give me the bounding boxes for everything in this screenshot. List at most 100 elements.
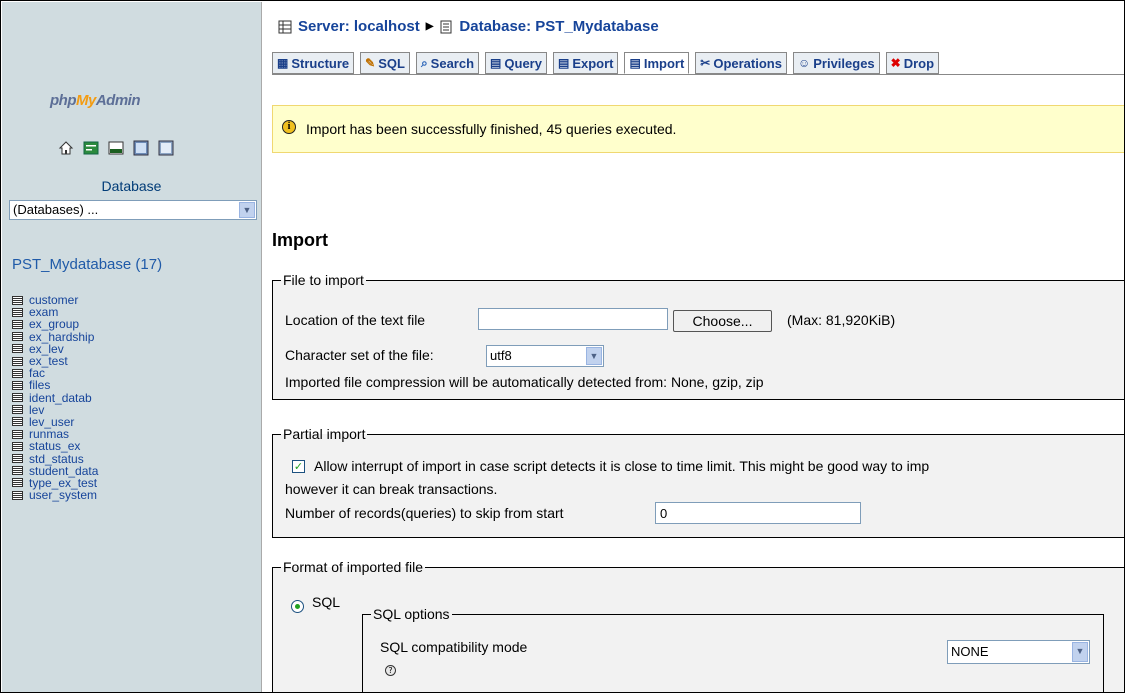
help-icon[interactable]: ? <box>385 665 396 676</box>
table-icon[interactable] <box>12 405 23 415</box>
table-name[interactable]: ident_datab <box>29 392 92 404</box>
navigation-sidebar: phpMyAdmin Database (Databases) ... ▼ PS… <box>2 2 262 692</box>
breadcrumb-database[interactable]: Database: PST_Mydatabase <box>459 18 658 35</box>
choose-file-button[interactable]: Choose... <box>673 310 772 332</box>
skip-records-value: 0 <box>660 506 668 521</box>
sql-options-legend: SQL options <box>373 606 450 622</box>
compat-mode-label: SQL compatibility mode <box>380 639 528 655</box>
table-icon[interactable] <box>12 478 23 488</box>
privileges-icon: ☺ <box>797 56 811 70</box>
location-file-input[interactable] <box>478 308 668 330</box>
chevron-down-icon[interactable]: ▼ <box>239 202 255 218</box>
notice-message: Import has been successfully finished, 4… <box>306 121 677 137</box>
table-name[interactable]: ex_hardship <box>29 331 94 343</box>
structure-icon: ▦ <box>277 56 289 70</box>
info-icon: i <box>282 120 296 134</box>
table-icon[interactable] <box>12 356 23 366</box>
query-window-icon[interactable] <box>133 140 149 156</box>
database-icon <box>440 20 452 33</box>
database-select[interactable]: (Databases) ... ▼ <box>9 200 257 220</box>
allow-interrupt-label: Allow interrupt of import in case script… <box>314 458 930 474</box>
table-list-item[interactable]: student_data <box>12 465 98 477</box>
database-select-value: (Databases) ... <box>13 202 99 217</box>
current-database-link[interactable]: PST_Mydatabase (17) <box>12 256 162 273</box>
table-list-item[interactable]: status_ex <box>12 440 98 452</box>
table-name[interactable]: type_ex_test <box>29 477 97 489</box>
table-icon[interactable] <box>12 307 23 317</box>
phpmyadmin-logo[interactable]: phpMyAdmin <box>50 92 141 109</box>
partial-import-legend: Partial import <box>283 426 366 442</box>
tab-import[interactable]: ▤ Import <box>624 52 690 74</box>
table-name[interactable]: ex_lev <box>29 343 64 355</box>
table-icon[interactable] <box>12 319 23 329</box>
table-list-item[interactable]: ex_hardship <box>12 331 98 343</box>
table-icon[interactable] <box>12 417 23 427</box>
table-list-item[interactable]: ex_test <box>12 355 98 367</box>
table-name[interactable]: user_system <box>29 489 97 501</box>
breadcrumb-server[interactable]: Server: localhost <box>298 18 420 35</box>
table-icon[interactable] <box>12 454 23 464</box>
table-list-item[interactable]: ex_group <box>12 318 98 330</box>
skip-records-input[interactable]: 0 <box>655 502 861 524</box>
tab-search[interactable]: ⌕ Search <box>415 52 480 74</box>
import-icon: ▤ <box>629 56 641 70</box>
max-size-label: (Max: 81,920KiB) <box>787 312 896 328</box>
compat-mode-select[interactable]: NONE ▼ <box>947 640 1090 664</box>
app-frame: phpMyAdmin Database (Databases) ... ▼ PS… <box>0 0 1125 693</box>
table-name[interactable]: ex_group <box>29 318 79 330</box>
table-list-item[interactable]: fac <box>12 367 98 379</box>
table-icon[interactable] <box>12 441 23 451</box>
allow-interrupt-label-cont: however it can break transactions. <box>285 481 498 497</box>
tab-export[interactable]: ▤ Export <box>552 52 619 74</box>
page-title: Import <box>272 230 328 250</box>
charset-label: Character set of the file: <box>285 347 434 363</box>
tab-bar: ▦ Structure ✎ SQL ⌕ Search ▤ Query ▤ Export ▤… <box>272 52 940 74</box>
table-name[interactable]: runmas <box>29 428 69 440</box>
table-list-item[interactable]: user_system <box>12 489 98 501</box>
table-icon[interactable] <box>12 368 23 378</box>
table-name[interactable]: status_ex <box>29 440 80 452</box>
compat-mode-value: NONE <box>951 644 989 659</box>
tab-structure[interactable]: ▦ Structure <box>272 52 355 74</box>
table-name[interactable]: lev <box>29 404 44 416</box>
main-content: Server: localhost ▶ Database: PST_Mydata… <box>263 2 1124 692</box>
table-icon[interactable] <box>12 344 23 354</box>
breadcrumb-separator-icon: ▶ <box>425 21 434 32</box>
docs-icon[interactable] <box>158 140 174 156</box>
chevron-down-icon[interactable]: ▼ <box>586 347 602 365</box>
table-name[interactable]: ex_test <box>29 355 68 367</box>
tab-sql[interactable]: ✎ SQL <box>360 52 410 74</box>
table-icon[interactable] <box>12 332 23 342</box>
table-icon[interactable] <box>12 393 23 403</box>
table-list-item[interactable]: ident_datab <box>12 392 98 404</box>
tab-query[interactable]: ▤ Query <box>485 52 547 74</box>
table-name[interactable]: customer <box>29 294 78 306</box>
table-name[interactable]: files <box>29 379 50 391</box>
tab-privileges[interactable]: ☺ Privileges <box>792 52 880 74</box>
table-name[interactable]: exam <box>29 306 58 318</box>
sql-icon[interactable] <box>108 140 124 156</box>
file-to-import-legend: File to import <box>283 272 364 288</box>
table-list-item[interactable]: std_status <box>12 452 98 465</box>
table-name[interactable]: std_status <box>29 453 84 465</box>
query-icon: ▤ <box>490 56 502 70</box>
location-label: Location of the text file <box>285 312 426 328</box>
table-name[interactable]: fac <box>29 367 45 379</box>
table-icon[interactable] <box>12 466 23 476</box>
sql-icon: ✎ <box>365 56 376 70</box>
table-icon[interactable] <box>12 295 23 305</box>
table-name[interactable]: student_data <box>29 465 98 477</box>
table-icon[interactable] <box>12 380 23 390</box>
allow-interrupt-checkbox[interactable]: ✓ <box>292 460 305 473</box>
home-icon[interactable] <box>58 140 74 156</box>
table-icon[interactable] <box>12 429 23 439</box>
exit-icon[interactable] <box>83 140 99 156</box>
table-icon[interactable] <box>12 490 23 500</box>
table-name[interactable]: lev_user <box>29 416 74 428</box>
tab-drop[interactable]: ✖ Drop <box>885 52 940 74</box>
tab-operations[interactable]: ✂ Operations <box>695 52 787 74</box>
sql-format-radio[interactable] <box>291 600 304 613</box>
chevron-down-icon[interactable]: ▼ <box>1072 642 1088 662</box>
table-list-item[interactable]: files <box>12 379 98 391</box>
charset-select[interactable]: utf8 ▼ <box>486 345 604 367</box>
